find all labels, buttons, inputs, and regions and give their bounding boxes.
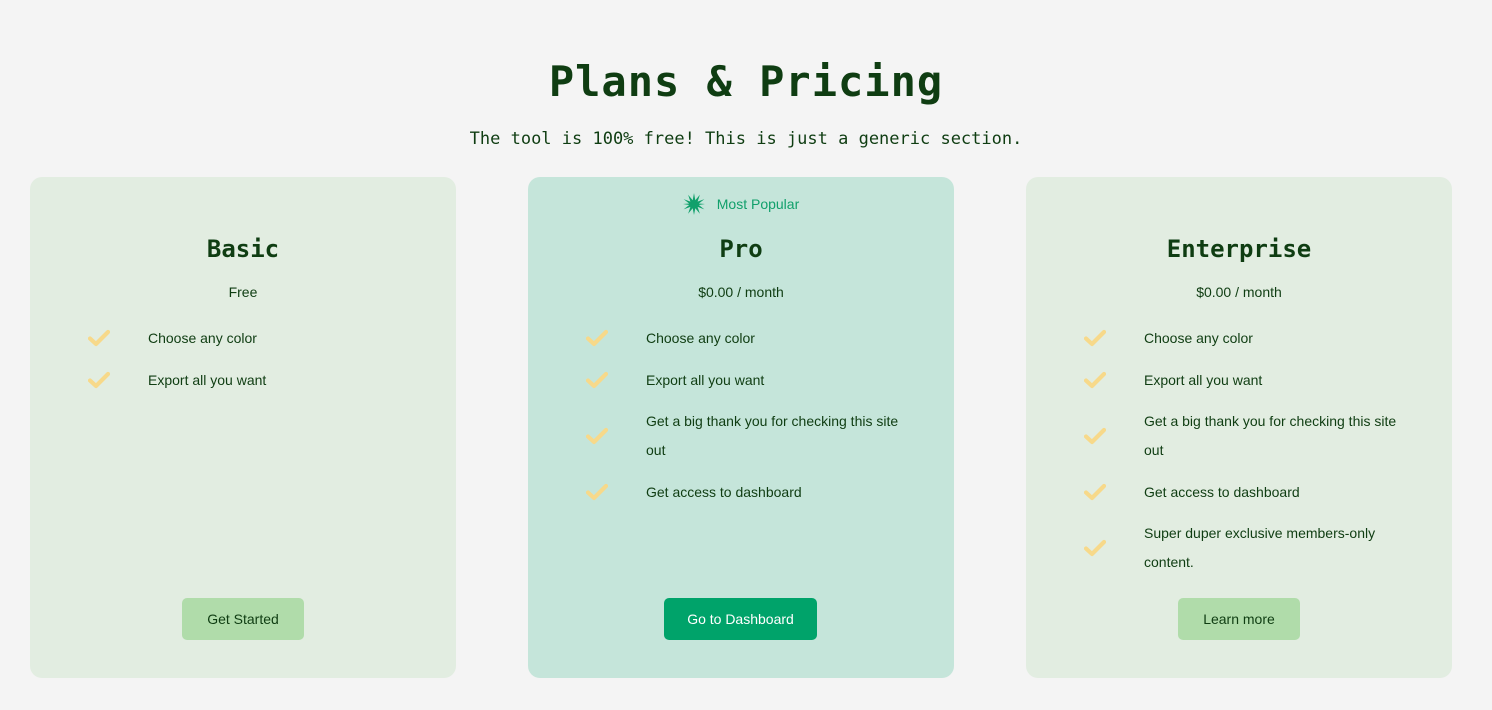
check-icon [586,421,618,451]
learn-more-button[interactable]: Learn more [1178,598,1300,640]
feature-item: Export all you want [1084,359,1410,401]
feature-item: Super duper exclusive members-only conte… [1084,513,1410,583]
feature-list: Choose any color Export all you want [88,317,414,401]
feature-text: Super duper exclusive members-only conte… [1144,525,1376,570]
feature-text: Choose any color [148,329,257,346]
feature-item: Get a big thank you for checking this si… [1084,401,1410,471]
check-icon [1084,323,1116,353]
plan-price: Free [228,284,258,300]
feature-item: Get access to dashboard [1084,471,1410,513]
check-icon [88,323,120,353]
feature-text: Export all you want [1144,371,1263,388]
plan-name: Enterprise [1166,235,1312,263]
feature-item: Choose any color [1084,317,1410,359]
page-subtitle: The tool is 100% free! This is just a ge… [469,129,1023,149]
check-icon [1084,421,1116,451]
feature-text: Choose any color [646,329,755,346]
check-icon [586,365,618,395]
check-icon [1084,477,1116,507]
check-icon [1084,365,1116,395]
feature-text: Get access to dashboard [1144,483,1300,500]
check-icon [88,365,120,395]
most-popular-badge: Most Popular [528,193,954,215]
feature-text: Choose any color [1144,329,1253,346]
plan-card-enterprise: Enterprise $0.00 / month Choose any colo… [1026,177,1452,678]
plan-name: Pro [719,235,763,263]
feature-item: Export all you want [586,359,912,401]
get-started-button[interactable]: Get Started [182,598,304,640]
feature-text: Get a big thank you for checking this si… [646,413,899,458]
plan-name: Basic [206,235,280,263]
plan-card-pro: Most Popular Pro $0.00 / month Choose an… [528,177,954,678]
feature-text: Get access to dashboard [646,483,802,500]
plan-price: $0.00 / month [698,284,784,300]
feature-text: Export all you want [646,371,765,388]
feature-item: Choose any color [586,317,912,359]
feature-text: Get a big thank you for checking this si… [1144,413,1397,458]
feature-item: Choose any color [88,317,414,359]
most-popular-label: Most Popular [716,196,800,212]
feature-item: Export all you want [88,359,414,401]
check-icon [586,323,618,353]
check-icon [586,477,618,507]
feature-list: Choose any color Export all you want Get a… [1084,317,1410,583]
plan-price: $0.00 / month [1196,284,1282,300]
feature-list: Choose any color Export all you want Get a… [586,317,912,513]
starburst-icon [682,193,705,215]
feature-item: Get access to dashboard [586,471,912,513]
plan-card-basic: Basic Free Choose any color Export all yo… [30,177,456,678]
page-title: Plans & Pricing [548,57,944,106]
go-to-dashboard-button[interactable]: Go to Dashboard [664,598,817,640]
check-icon [1084,533,1116,563]
feature-text: Export all you want [148,371,267,388]
feature-item: Get a big thank you for checking this si… [586,401,912,471]
